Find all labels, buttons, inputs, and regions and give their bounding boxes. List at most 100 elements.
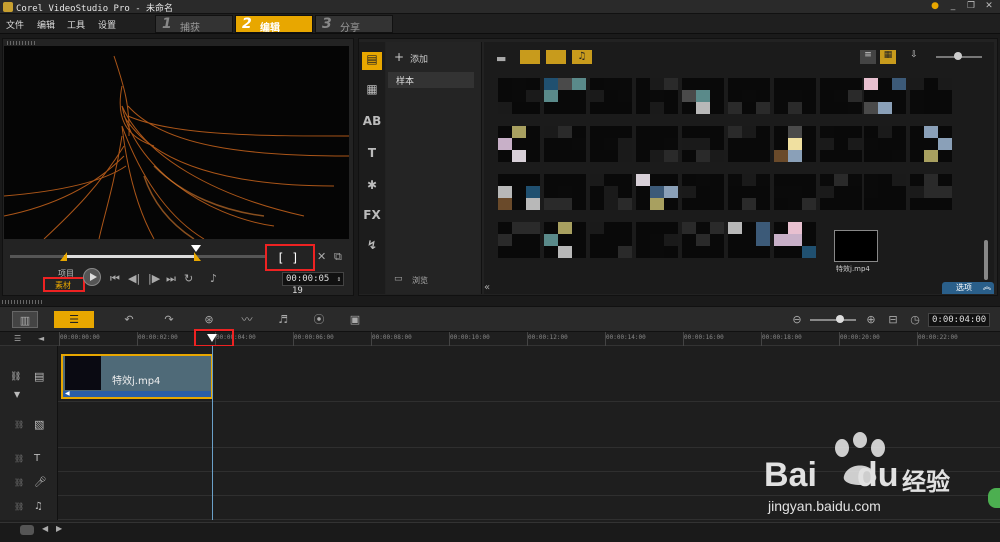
media-thumbnail[interactable] xyxy=(544,78,586,114)
end-icon[interactable]: ⏭ xyxy=(166,272,176,286)
mode-clip[interactable]: 素材 xyxy=(55,280,71,291)
media-thumbnail[interactable] xyxy=(590,222,632,258)
media-thumbnail[interactable] xyxy=(636,126,678,162)
title-icon[interactable]: T xyxy=(362,146,382,164)
media-thumbnail[interactable] xyxy=(820,126,862,162)
scroll-left-icon[interactable]: ◀ xyxy=(42,524,48,533)
media-thumbnail[interactable] xyxy=(498,78,540,114)
media-thumbnail[interactable] xyxy=(590,174,632,210)
timecode-spinner-icon[interactable]: ⇕ xyxy=(337,273,341,285)
prev-frame-icon[interactable]: ◀| xyxy=(128,272,140,285)
media-thumbnail[interactable] xyxy=(774,222,816,258)
media-thumbnail[interactable] xyxy=(636,78,678,114)
menu-settings[interactable]: 设置 xyxy=(98,18,116,31)
restore-button[interactable]: ❐ xyxy=(964,1,978,12)
media-thumbnail[interactable] xyxy=(820,78,862,114)
media-thumbnail[interactable] xyxy=(544,222,586,258)
folder-icon[interactable]: ▬ xyxy=(496,52,506,65)
thumbnail-view-icon[interactable]: ▦ xyxy=(880,50,896,64)
sound-mixer-icon[interactable]: 〰 xyxy=(234,311,260,328)
tab-edit[interactable]: 2 编辑 xyxy=(235,15,313,34)
subtitle-editor-icon[interactable]: ▣ xyxy=(342,311,368,328)
media-thumbnail[interactable] xyxy=(682,222,724,258)
track-manager-icon[interactable]: ☰ xyxy=(14,334,21,343)
media-thumbnail[interactable] xyxy=(544,126,586,162)
storyboard-view-icon[interactable]: ▥ xyxy=(12,311,38,328)
thumb-size-slider[interactable] xyxy=(936,52,982,60)
record-capture-icon[interactable]: ⊛ xyxy=(196,311,222,328)
home-icon[interactable]: ⏮ xyxy=(110,272,120,286)
menu-tools[interactable]: 工具 xyxy=(67,18,85,31)
media-thumbnail[interactable] xyxy=(728,78,770,114)
show-photo-icon[interactable] xyxy=(546,50,566,64)
media-thumbnail[interactable] xyxy=(864,126,906,162)
overlay-lock-icon[interactable]: ⛓ xyxy=(14,420,24,429)
title-lock-icon[interactable]: ⛓ xyxy=(14,454,24,463)
media-thumbnail[interactable] xyxy=(728,126,770,162)
media-thumbnail[interactable] xyxy=(910,78,952,114)
panel-grip[interactable] xyxy=(7,41,37,45)
media-thumbnail[interactable] xyxy=(910,174,952,210)
media-thumbnail[interactable] xyxy=(774,78,816,114)
next-frame-icon[interactable]: |▶ xyxy=(148,272,160,285)
add-folder-label[interactable]: 添加 xyxy=(410,52,428,65)
zoom-out-icon[interactable]: ⊖ xyxy=(784,311,810,328)
media-thumbnail[interactable] xyxy=(498,174,540,210)
close-button[interactable]: ✕ xyxy=(982,1,996,12)
media-thumbnail[interactable] xyxy=(864,174,906,210)
media-thumbnail[interactable] xyxy=(498,126,540,162)
sort-icon[interactable]: ⇩ xyxy=(906,50,922,64)
repeat-icon[interactable]: ↻ xyxy=(184,272,193,285)
track-expand-icon[interactable]: ▼ xyxy=(14,390,20,399)
media-thumbnail[interactable] xyxy=(682,126,724,162)
chapter-point-icon[interactable]: ◄ xyxy=(38,334,44,343)
options-button[interactable]: 选项 ︽ xyxy=(942,282,994,294)
path-icon[interactable]: ↯ xyxy=(362,238,382,256)
list-view-icon[interactable]: ≡ xyxy=(860,50,876,64)
media-thumbnail[interactable] xyxy=(682,174,724,210)
media-thumbnail[interactable] xyxy=(728,222,770,258)
music-lock-icon[interactable]: ⛓ xyxy=(14,502,24,511)
media-category-icon[interactable]: ▤ xyxy=(362,52,382,70)
transition-icon[interactable]: AB xyxy=(362,114,382,132)
scroll-right-icon[interactable]: ▶ xyxy=(56,524,62,533)
playhead-marker[interactable] xyxy=(207,334,217,342)
thumb-size-handle[interactable] xyxy=(954,52,962,60)
menu-file[interactable]: 文件 xyxy=(6,18,24,31)
enlarge-icon[interactable]: ⧉ xyxy=(334,250,342,264)
split-clip-icon[interactable]: ✕ xyxy=(317,250,326,263)
browse-icon[interactable]: ▭ xyxy=(394,274,403,284)
zoom-slider[interactable] xyxy=(810,315,856,323)
media-thumbnail[interactable] xyxy=(590,126,632,162)
show-audio-icon[interactable]: ♫ xyxy=(572,50,592,64)
motion-track-icon[interactable]: ⦿ xyxy=(306,311,332,328)
timecode-field[interactable]: 00:00:05 19 ⇕ xyxy=(282,272,344,296)
collapse-library-icon[interactable]: « xyxy=(484,282,496,294)
track-lock-icon[interactable]: ⛓ xyxy=(10,372,21,382)
show-video-icon[interactable] xyxy=(520,50,540,64)
undo-icon[interactable]: ↶ xyxy=(116,311,142,328)
media-thumbnail[interactable] xyxy=(498,222,540,258)
filter-icon[interactable]: FX xyxy=(362,208,382,226)
add-folder-icon[interactable]: + xyxy=(394,50,404,64)
side-widget[interactable] xyxy=(988,488,1000,508)
tab-capture[interactable]: 1 捕获 xyxy=(155,15,233,34)
trim-bracket-buttons[interactable]: [ ] xyxy=(277,251,299,265)
zoom-handle[interactable] xyxy=(836,315,844,323)
volume-icon[interactable]: ♪ xyxy=(210,272,217,285)
clock-icon[interactable]: ◷ xyxy=(902,311,928,328)
media-thumbnail[interactable] xyxy=(636,222,678,258)
instant-project-icon[interactable]: ▦ xyxy=(362,82,382,100)
media-thumbnail[interactable] xyxy=(636,174,678,210)
media-thumbnail[interactable] xyxy=(864,78,906,114)
media-thumbnail[interactable] xyxy=(820,174,862,210)
timeline-view-icon[interactable]: ☰ xyxy=(54,311,94,328)
auto-music-icon[interactable]: ♬ xyxy=(270,311,296,328)
timeline-grip[interactable] xyxy=(2,300,42,304)
selected-media-thumb[interactable] xyxy=(834,230,878,262)
ripple-edit-icon[interactable] xyxy=(20,525,34,535)
library-scrollbar[interactable] xyxy=(984,240,988,280)
media-thumbnail[interactable] xyxy=(544,174,586,210)
graphic-icon[interactable]: ✱ xyxy=(362,178,382,196)
media-thumbnail[interactable] xyxy=(910,126,952,162)
